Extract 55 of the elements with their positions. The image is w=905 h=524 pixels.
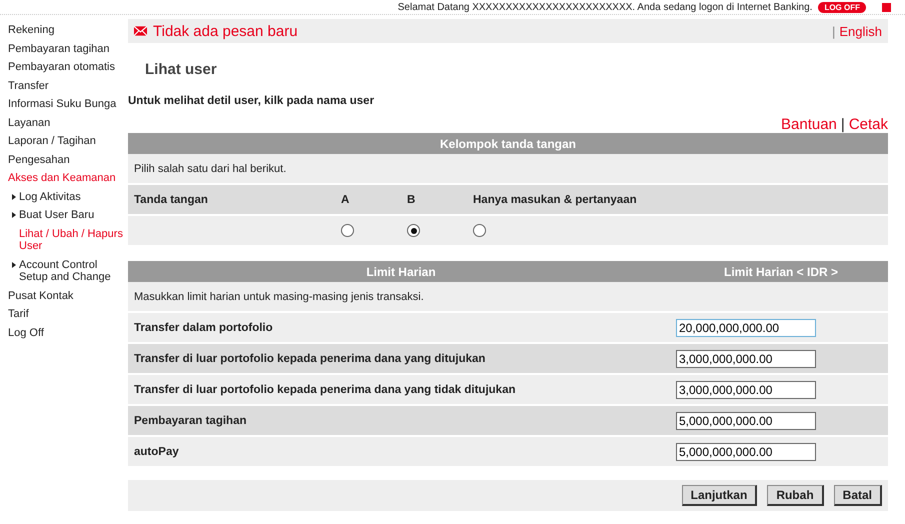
instruction-text: Untuk melihat detil user, kilk pada nama user — [128, 95, 376, 107]
sidebar-item[interactable]: Informasi Suku Bunga — [0, 95, 128, 114]
radio-button[interactable] — [407, 224, 420, 237]
sidebar-subitem[interactable]: Lihat / Ubah / Hapurs User — [16, 224, 128, 256]
hint-text: Pilih salah satu dari hal berikut. — [134, 162, 286, 174]
welcome-text: Selamat Datang XXXXXXXXXXXXXXXXXXXXXXXX. Anda sedang logon di Internet Banking. — [398, 2, 812, 12]
sidebar-item[interactable]: Tarif — [0, 305, 128, 324]
row-label: Pembayaran tagihan — [134, 414, 246, 426]
amount-field[interactable]: 3,000,000,000.00 — [676, 350, 816, 368]
log-off-button[interactable]: LOG OFF — [818, 2, 866, 12]
hint-text: Masukkan limit harian untuk masing-masing jenis transaksi. — [134, 290, 424, 302]
sidebar-item[interactable]: Pengesahan — [0, 150, 128, 169]
sidebar-item[interactable]: Pusat Kontak — [0, 286, 128, 305]
sidebar-item[interactable]: Rekening — [0, 21, 128, 40]
option-label: Hanya masukan & pertanyaan — [473, 194, 637, 206]
amount-field[interactable]: 5,000,000,000.00 — [676, 412, 816, 430]
sidebar-item[interactable]: Pembayaran otomatis — [0, 58, 128, 76]
action-button[interactable]: Batal — [834, 485, 882, 506]
sidebar-subitem[interactable]: Log Aktivitas — [16, 188, 85, 206]
amount-field[interactable]: 5,000,000,000.00 — [676, 442, 816, 460]
page-title: Lihat user — [145, 61, 218, 78]
sidebar-item[interactable]: Log Off — [0, 324, 128, 342]
sidebar-item[interactable]: Layanan — [0, 114, 128, 132]
sidebar-subitem[interactable]: Account Control Setup and Change — [16, 256, 128, 286]
triangle-icon — [12, 212, 16, 218]
square-icon — [882, 2, 891, 12]
row-label: Transfer di luar portofolio kepada penerima dana yang tidak ditujukan — [134, 384, 516, 396]
sidebar-item[interactable]: Pembayaran tagihan — [0, 40, 128, 58]
print-link[interactable]: Cetak — [848, 116, 888, 133]
triangle-icon — [12, 194, 16, 200]
amount-field[interactable]: 3,000,000,000.00 — [676, 380, 816, 398]
sidebar-subitem[interactable]: Buat User Baru — [16, 206, 98, 224]
sidebar-item[interactable]: Transfer — [0, 76, 128, 95]
help-link[interactable]: Bantuan — [781, 116, 837, 133]
radio-button[interactable] — [341, 224, 354, 237]
amount-field[interactable]: 20,000,000,000.00 — [676, 318, 816, 336]
triangle-icon — [12, 262, 16, 268]
sidebar-item[interactable]: Akses dan Keamanan — [0, 169, 128, 188]
radio-button[interactable] — [473, 224, 486, 237]
sidebar-item[interactable]: Laporan / Tagihan — [0, 132, 128, 150]
row-label: Transfer dalam portofolio — [134, 322, 273, 334]
option-label: A — [341, 194, 350, 206]
message-text: Tidak ada pesan baru — [153, 22, 299, 40]
row-label: Transfer di luar portofolio kepada penerima dana yang ditujukan — [134, 352, 486, 364]
row-label: Tanda tangan — [134, 194, 209, 206]
language-link[interactable]: English — [839, 24, 882, 38]
separator-text: | — [840, 116, 845, 133]
table-header: Limit Harian Limit Harian < IDR > — [128, 261, 888, 282]
option-label: B — [407, 194, 416, 206]
table-header: Kelompok tanda tangan — [128, 133, 888, 154]
separator-text: | — [832, 24, 836, 38]
action-button[interactable]: Lanjutkan — [682, 485, 758, 506]
action-button[interactable]: Rubah — [767, 485, 824, 506]
row-label: autoPay — [134, 446, 179, 458]
envelope-icon — [134, 26, 147, 36]
